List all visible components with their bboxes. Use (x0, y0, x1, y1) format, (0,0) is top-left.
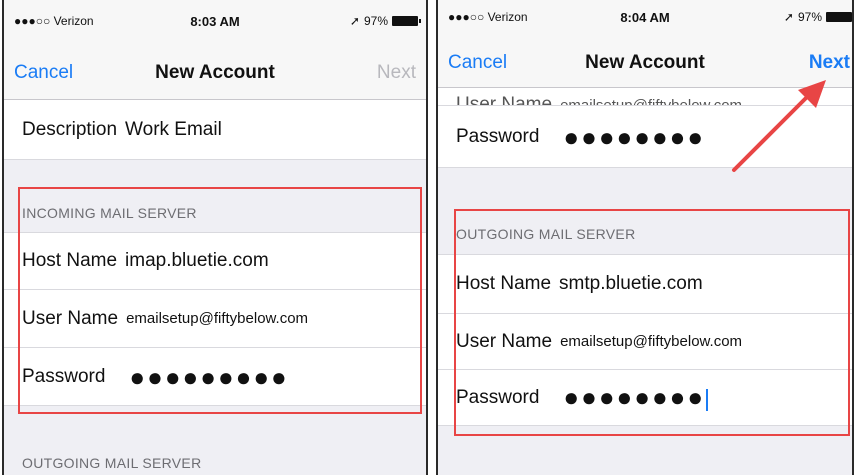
battery-status: ➚ 97% (349, 14, 421, 28)
status-bar: ●●●○○ Verizon 8:03 AM ➚ 97% (4, 0, 426, 46)
status-bar: ●●●○○ Verizon 8:04 AM ➚ 97% (438, 0, 852, 38)
navigation-bar: Cancel New Account Next (4, 46, 426, 100)
battery-percent: 97% (797, 10, 822, 24)
description-label: Description (22, 118, 118, 140)
battery-status: ➚ 97% (784, 10, 852, 24)
description-value[interactable]: Work Email (125, 119, 222, 141)
next-button[interactable]: Next (809, 52, 850, 74)
outgoing-server-highlight-box (454, 209, 850, 436)
user-name-label: User Name (456, 94, 553, 106)
battery-percent: 97% (363, 14, 388, 28)
nav-title: New Account (155, 62, 275, 83)
outgoing-mail-server-header: OUTGOING MAIL SERVER (22, 455, 202, 471)
arrow-annotation-icon (732, 80, 826, 172)
right-phone-screen: ●●●○○ Verizon 8:04 AM ➚ 97% User Name em… (436, 0, 854, 475)
incoming-server-highlight-box (18, 187, 422, 414)
user-name-field[interactable]: emailsetup@fiftybelow.com (560, 97, 742, 105)
location-icon: ➚ (349, 14, 360, 28)
location-icon: ➚ (783, 10, 794, 24)
password-label: Password (456, 125, 540, 147)
password-field[interactable]: ●●●●●●●● (563, 124, 705, 150)
nav-title: New Account (585, 52, 705, 73)
battery-icon (826, 12, 852, 22)
battery-icon (392, 16, 421, 26)
next-button[interactable]: Next (377, 62, 416, 84)
left-phone-screen: ●●●○○ Verizon 8:03 AM ➚ 97% Cancel New A… (2, 0, 428, 475)
description-row[interactable]: Description Work Email (4, 100, 426, 160)
